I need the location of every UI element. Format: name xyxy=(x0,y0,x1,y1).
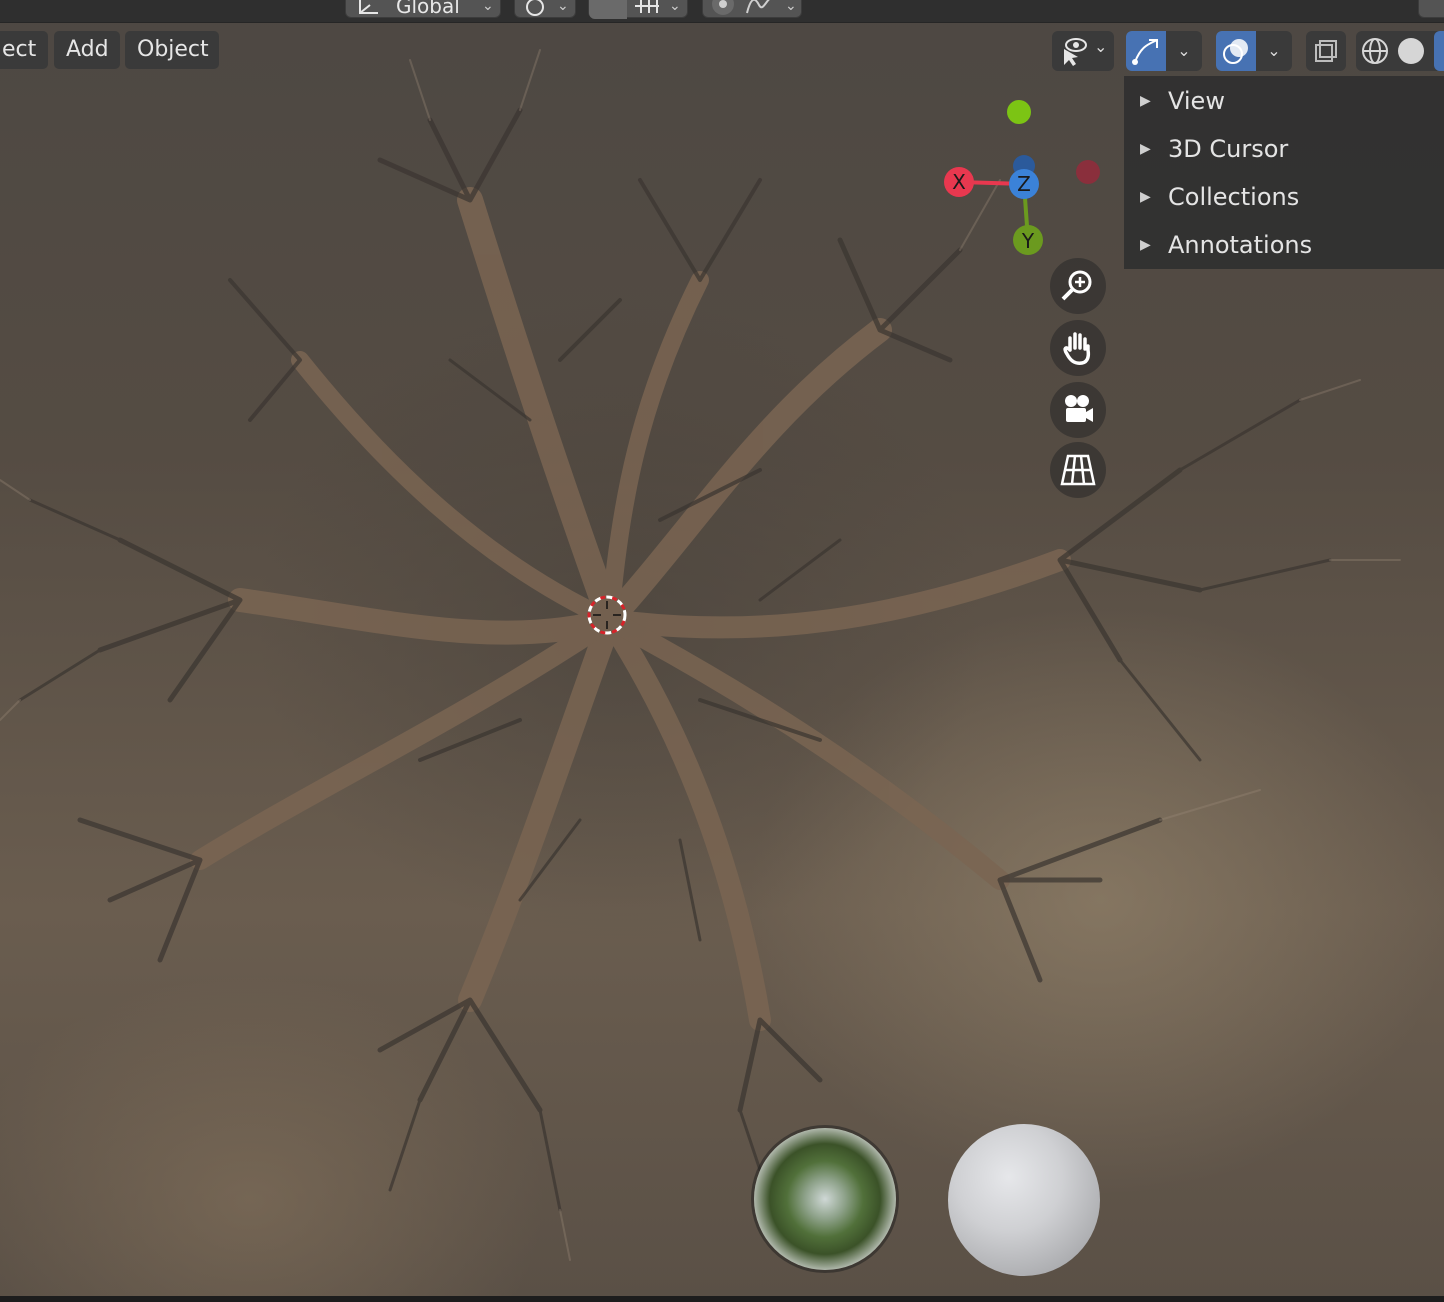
chevron-down-icon: ⌄ xyxy=(669,0,681,14)
pivot-icon xyxy=(526,0,544,16)
hand-icon xyxy=(1063,332,1091,365)
proportional-editing-toggle[interactable]: ⌄ xyxy=(702,0,802,18)
transform-orientation-label: Global xyxy=(396,0,460,18)
sidebar-item-label: 3D Cursor xyxy=(1168,135,1289,163)
chevron-down-icon: ⌄ xyxy=(785,0,797,14)
sidebar-item-view[interactable]: ▶ View xyxy=(1124,77,1444,125)
orientation-icon xyxy=(359,0,378,14)
expand-triangle-icon: ▶ xyxy=(1140,141,1151,157)
sidebar-item-label: Collections xyxy=(1168,183,1300,211)
gizmo-neg-x-handle[interactable] xyxy=(1076,160,1100,184)
gizmo-dropdown[interactable]: ⌄ xyxy=(1166,31,1202,71)
menu-add[interactable]: Add xyxy=(54,31,120,69)
xray-icon xyxy=(1315,40,1337,62)
sidebar-item-collections[interactable]: ▶ Collections xyxy=(1124,173,1444,221)
chevron-down-icon: ⌄ xyxy=(557,0,569,14)
perspective-toggle-button[interactable] xyxy=(1050,442,1106,498)
diffuse-preview-sphere xyxy=(948,1124,1100,1276)
pan-button[interactable] xyxy=(1050,320,1106,376)
menu-select[interactable]: ect xyxy=(0,31,48,69)
gizmo-z-label: Z xyxy=(1017,172,1031,196)
eye-pointer-icon xyxy=(1064,38,1087,66)
shading-mode-group xyxy=(1356,31,1444,71)
zoom-in-icon xyxy=(1061,270,1092,301)
selectability-visibility-button[interactable]: ⌄ xyxy=(1052,31,1114,71)
overlays-toggle-button[interactable] xyxy=(1216,31,1256,71)
3d-cursor[interactable] xyxy=(587,595,627,635)
viewport-bottom-border xyxy=(0,1296,1444,1302)
gizmo-neg-y-handle[interactable] xyxy=(1007,100,1031,124)
hdri-preview-sphere xyxy=(754,1128,896,1270)
sidebar-item-label: View xyxy=(1168,87,1225,115)
expand-triangle-icon: ▶ xyxy=(1140,237,1151,253)
snap-toggle[interactable]: ⌄ xyxy=(588,0,688,19)
snap-icon xyxy=(589,0,627,19)
grid-perspective-icon xyxy=(1060,454,1096,486)
expand-triangle-icon: ▶ xyxy=(1140,93,1151,109)
transform-orientation-dropdown[interactable]: Global ⌄ xyxy=(345,0,501,18)
sidebar-panel: ▶ View ▶ 3D Cursor ▶ Collections ▶ Annot… xyxy=(1124,76,1444,269)
gizmo-toggle-button[interactable] xyxy=(1126,31,1166,71)
chevron-down-icon: ⌄ xyxy=(1094,37,1108,56)
chevron-down-icon: ⌄ xyxy=(1267,41,1281,60)
xray-toggle-button[interactable] xyxy=(1306,31,1346,71)
expand-triangle-icon: ▶ xyxy=(1140,189,1151,205)
sidebar-item-label: Annotations xyxy=(1168,231,1313,259)
zoom-button[interactable] xyxy=(1050,258,1106,314)
falloff-curve-icon xyxy=(746,0,770,14)
pivot-point-dropdown[interactable]: ⌄ xyxy=(514,0,576,18)
proportional-editing-icon xyxy=(712,0,734,15)
solid-shading-icon[interactable] xyxy=(1398,38,1424,64)
tool-header: Global ⌄ ⌄ ⌄ ⌄ xyxy=(0,0,1444,23)
sidebar-item-annotations[interactable]: ▶ Annotations xyxy=(1124,221,1444,269)
overlays-dropdown[interactable]: ⌄ xyxy=(1256,31,1292,71)
header-button-partial[interactable] xyxy=(1418,0,1444,18)
wireframe-shading-icon[interactable] xyxy=(1360,36,1390,66)
sidebar-item-3d-cursor[interactable]: ▶ 3D Cursor xyxy=(1124,125,1444,173)
material-preview-shading-icon[interactable] xyxy=(1434,31,1444,71)
snap-grid-icon xyxy=(635,0,659,13)
chevron-down-icon: ⌄ xyxy=(1177,41,1191,60)
camera-view-button[interactable] xyxy=(1050,382,1106,438)
gizmo-x-label: X xyxy=(952,170,966,194)
camera-icon xyxy=(1065,395,1093,422)
gizmo-icon xyxy=(1132,39,1158,65)
chevron-down-icon: ⌄ xyxy=(482,0,494,14)
gizmo-y-label: Y xyxy=(1021,229,1035,253)
menu-object[interactable]: Object xyxy=(125,31,219,69)
overlays-icon xyxy=(1223,39,1248,64)
